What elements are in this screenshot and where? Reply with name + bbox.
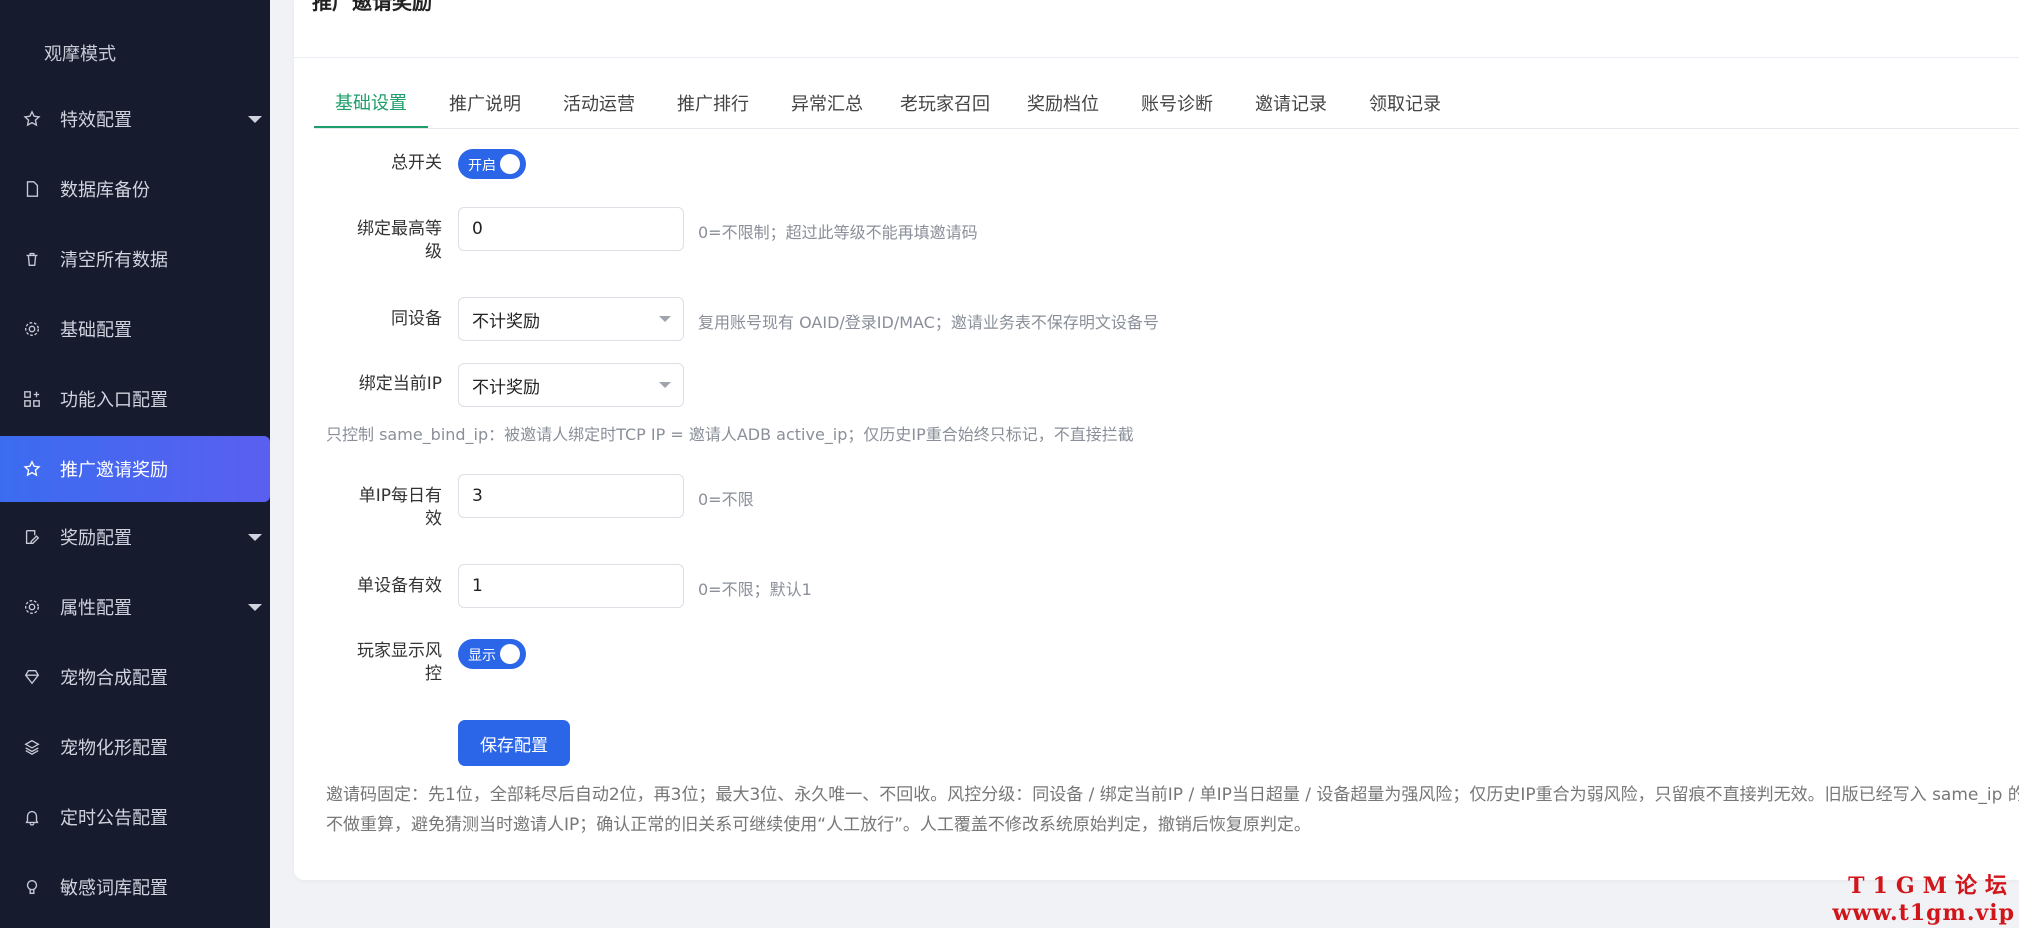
- ip-note: 只控制 same_bind_ip：被邀请人绑定时TCP IP = 邀请人ADB …: [326, 425, 1134, 444]
- switch-text: 开启: [468, 158, 496, 174]
- grid-plus-icon: [22, 389, 42, 409]
- tab-reward-tiers[interactable]: 奖励档位: [1006, 78, 1120, 128]
- tab-bar: 基础设置 推广说明 活动运营 推广排行 异常汇总 老玩家召回 奖励档位 账号诊断…: [314, 78, 2019, 128]
- sidebar-item-label: 基础配置: [60, 320, 132, 341]
- tab-invite-records[interactable]: 邀请记录: [1234, 78, 1348, 128]
- divider: [294, 57, 2019, 58]
- sidebar-item-basic-config[interactable]: 基础配置: [0, 297, 270, 361]
- watermark: T1GM论坛 www.t1gm.vip: [1832, 873, 2015, 926]
- edit-doc-icon: [22, 527, 42, 547]
- caret-down-icon: [248, 603, 262, 611]
- bind-current-ip-select[interactable]: 不计奖励: [458, 363, 684, 407]
- page-title: 推广邀请奖励: [312, 0, 432, 14]
- max-bind-level-label: 绑定最高等 级: [357, 219, 442, 262]
- sidebar-item-db-backup[interactable]: 数据库备份: [0, 157, 270, 221]
- same-device-select[interactable]: 不计奖励: [458, 297, 684, 341]
- tab-anomaly-summary[interactable]: 异常汇总: [770, 78, 884, 128]
- main-panel: 推广邀请奖励 基础设置 推广说明 活动运营 推广排行 异常汇总 老玩家召回 奖励…: [294, 0, 2019, 880]
- sidebar-item-label: 宠物化形配置: [60, 738, 168, 759]
- same-device-label: 同设备: [391, 309, 442, 329]
- tab-basic-settings[interactable]: 基础设置: [314, 78, 428, 128]
- save-config-button[interactable]: 保存配置: [458, 720, 570, 766]
- layers-icon: [22, 737, 42, 757]
- max-bind-level-input[interactable]: 0: [458, 207, 684, 251]
- select-value: 不计奖励: [472, 311, 540, 332]
- bell-icon: [22, 807, 42, 827]
- per-device-input[interactable]: 1: [458, 564, 684, 608]
- sidebar-mode-label: 观摩模式: [44, 44, 116, 65]
- sidebar-item-entry-config[interactable]: 功能入口配置: [0, 367, 270, 431]
- per-ip-daily-input[interactable]: 3: [458, 474, 684, 518]
- per-device-hint: 0=不限；默认1: [698, 580, 812, 599]
- tab-account-diagnosis[interactable]: 账号诊断: [1120, 78, 1234, 128]
- sidebar-item-label: 数据库备份: [60, 180, 150, 201]
- tab-activity-ops[interactable]: 活动运营: [542, 78, 656, 128]
- tab-promo-desc[interactable]: 推广说明: [428, 78, 542, 128]
- tabs-underline: [314, 128, 2019, 129]
- sidebar-item-label: 宠物合成配置: [60, 668, 168, 689]
- star-icon: [22, 459, 42, 479]
- switch-knob: [500, 644, 520, 664]
- footnote: 邀请码固定：先1位，全部耗尽后自动2位，再3位；最大3位、永久唯一、不回收。风控…: [326, 785, 2019, 835]
- sidebar: 观摩模式 特效配置 数据库备份 清空所有数据 基础配置 功能入口配置 推广邀请奖…: [0, 0, 270, 928]
- gear-icon: [22, 597, 42, 617]
- sidebar-item-label: 推广邀请奖励: [60, 460, 168, 481]
- sidebar-item-label: 定时公告配置: [60, 808, 168, 829]
- sidebar-item-pet-merge[interactable]: 宠物合成配置: [0, 645, 270, 709]
- sidebar-item-sensitive-words[interactable]: 敏感词库配置: [0, 855, 270, 919]
- gem-icon: [22, 667, 42, 687]
- tab-player-recall[interactable]: 老玩家召回: [884, 78, 1006, 128]
- sidebar-item-attr-config[interactable]: 属性配置: [0, 575, 270, 639]
- per-device-label: 单设备有效: [357, 576, 442, 596]
- master-switch-label: 总开关: [391, 153, 442, 173]
- sidebar-item-label: 清空所有数据: [60, 250, 168, 271]
- caret-down-icon: [248, 533, 262, 541]
- tab-claim-records[interactable]: 领取记录: [1348, 78, 1462, 128]
- gear-icon: [22, 319, 42, 339]
- trash-icon: [22, 249, 42, 269]
- sidebar-item-label: 属性配置: [60, 598, 132, 619]
- sidebar-item-label: 敏感词库配置: [60, 878, 168, 899]
- per-ip-daily-hint: 0=不限: [698, 490, 754, 509]
- sidebar-item-effects[interactable]: 特效配置: [0, 87, 270, 151]
- sidebar-item-announce[interactable]: 定时公告配置: [0, 785, 270, 849]
- sidebar-item-clear-data[interactable]: 清空所有数据: [0, 227, 270, 291]
- tab-promo-rank[interactable]: 推广排行: [656, 78, 770, 128]
- same-device-hint: 复用账号现有 OAID/登录ID/MAC；邀请业务表不保存明文设备号: [698, 313, 1159, 332]
- sidebar-item-label: 特效配置: [60, 110, 132, 131]
- switch-text: 显示: [468, 648, 496, 664]
- sidebar-item-label: 奖励配置: [60, 528, 132, 549]
- sidebar-item-invite-reward[interactable]: 推广邀请奖励: [0, 436, 270, 502]
- select-value: 不计奖励: [472, 377, 540, 398]
- chevron-down-icon: [659, 382, 671, 388]
- player-risk-label: 玩家显示风 控: [357, 641, 442, 684]
- switch-knob: [500, 154, 520, 174]
- sidebar-item-reward-config[interactable]: 奖励配置: [0, 505, 270, 569]
- master-switch-toggle[interactable]: 开启: [458, 149, 526, 179]
- sidebar-item-pet-transform[interactable]: 宠物化形配置: [0, 715, 270, 779]
- sidebar-item-label: 功能入口配置: [60, 390, 168, 411]
- file-icon: [22, 179, 42, 199]
- chevron-down-icon: [659, 316, 671, 322]
- star-icon: [22, 109, 42, 129]
- bind-current-ip-label: 绑定当前IP: [358, 374, 442, 394]
- max-bind-level-hint: 0=不限制；超过此等级不能再填邀请码: [698, 223, 978, 242]
- player-risk-toggle[interactable]: 显示: [458, 639, 526, 669]
- caret-down-icon: [248, 115, 262, 123]
- per-ip-daily-label: 单IP每日有 效: [358, 486, 442, 529]
- bulb-icon: [22, 877, 42, 897]
